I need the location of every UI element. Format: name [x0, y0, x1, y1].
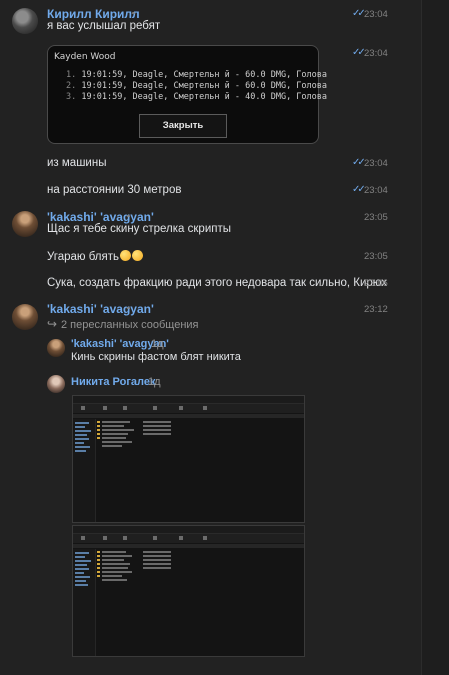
forwarded-time: 1д [148, 376, 161, 388]
avatar[interactable] [47, 339, 65, 357]
dialog-close-button: Закрыть [139, 114, 227, 138]
avatar[interactable] [12, 211, 38, 237]
read-check-icon: ✓✓ [352, 157, 366, 168]
read-check-icon: ✓✓ [352, 8, 366, 19]
dialog-line: 3. 19:01:59, Deagle, Смертельн й - 40.0 … [66, 92, 328, 102]
device-icon: ◓ [126, 304, 131, 313]
forwarded-text: Кинь скрины фастом блят никита [71, 351, 241, 363]
message-text: Щас я тебе скину стрелка скрипты [47, 223, 231, 235]
avatar[interactable] [12, 304, 38, 330]
dialog-title: Kayden Wood [54, 52, 116, 62]
message-text: Сука, создать фракцию ради этого недовар… [47, 277, 388, 289]
emoji-icon [120, 250, 132, 261]
screenshot-image[interactable] [72, 525, 305, 657]
game-dialog-image[interactable]: Kayden Wood 1. 19:01:59, Deagle, Смертел… [47, 45, 327, 144]
dialog-line: 1. 19:01:59, Deagle, Смертельн й - 60.0 … [66, 70, 328, 80]
screenshot-image[interactable] [72, 395, 305, 523]
avatar[interactable] [12, 8, 38, 34]
message-time: 23:05 [364, 212, 388, 223]
read-check-icon: ✓✓ [352, 47, 366, 58]
emoji-icon [132, 250, 144, 261]
right-sidebar [421, 0, 449, 675]
message-author[interactable]: 'kakashi' 'avagyan' [47, 302, 154, 316]
message-author[interactable]: 'kakashi' 'avagyan' [47, 210, 154, 224]
message-feed: Кирилл Кирилл ◓ ✓✓ 23:04 я вас услышал р… [0, 0, 420, 675]
forwarded-time: 1д [151, 338, 164, 350]
forwarded-count[interactable]: 2 пересланных сообщения [61, 319, 199, 331]
message-text: я вас услышал ребят [47, 20, 161, 32]
message-text: на расстоянии 30 метров [47, 184, 182, 196]
device-icon: ◓ [131, 9, 136, 18]
message-author[interactable]: Кирилл Кирилл [47, 7, 140, 21]
message-time: 23:04 [364, 48, 388, 59]
message-time: 23:04 [364, 9, 388, 20]
read-check-icon: ✓✓ [352, 184, 366, 195]
message-text: Угараю блять [47, 250, 144, 263]
message-time: 23:04 [364, 158, 388, 169]
avatar[interactable] [47, 375, 65, 393]
forward-icon: ↪ [47, 317, 58, 331]
message-time: 23:12 [364, 304, 388, 315]
device-icon: ◓ [126, 212, 131, 221]
message-time: 23:05 [364, 251, 388, 262]
forwarded-author[interactable]: Никита Рогалек [71, 376, 155, 388]
dialog-line: 2. 19:01:59, Deagle, Смертельн й - 60.0 … [66, 81, 328, 91]
message-time: 23:04 [364, 185, 388, 196]
message-text: из машины [47, 157, 107, 169]
message-time: 23:06 [364, 278, 388, 289]
